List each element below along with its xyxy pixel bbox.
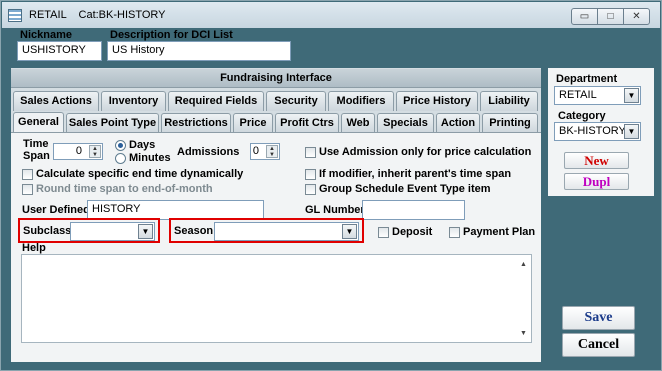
tab-security[interactable]: Security	[266, 91, 326, 111]
department-dropdown[interactable]: RETAIL ▼	[554, 86, 641, 105]
gl-number-label: GL Number	[305, 204, 365, 216]
days-radio[interactable]	[115, 140, 126, 151]
tab-web[interactable]: Web	[341, 113, 375, 133]
time-span-value: 0	[75, 145, 82, 157]
nickname-label: Nickname	[20, 29, 72, 41]
inherit-time-span-label: If modifier, inherit parent's time span	[319, 168, 512, 180]
tab-specials[interactable]: Specials	[377, 113, 434, 133]
gl-number-field[interactable]	[362, 200, 465, 220]
subclass-label: Subclass	[23, 225, 72, 237]
tab-liability[interactable]: Liability	[480, 91, 538, 111]
deposit-label: Deposit	[392, 226, 433, 238]
deposit-checkbox[interactable]	[378, 227, 389, 238]
user-defined-field[interactable]: HISTORY	[87, 200, 264, 220]
chevron-down-icon[interactable]: ▼	[342, 224, 357, 239]
tab-printing[interactable]: Printing	[482, 113, 538, 133]
maximize-button[interactable]: □	[597, 8, 624, 25]
admissions-label: Admissions	[177, 146, 240, 158]
help-label: Help	[22, 242, 46, 254]
close-button[interactable]: ✕	[623, 8, 650, 25]
dupl-button[interactable]: Dupl	[564, 173, 629, 190]
minimize-button[interactable]: ▭	[571, 8, 598, 25]
group-schedule-checkbox[interactable]	[305, 184, 316, 195]
tab-required-fields[interactable]: Required Fields	[168, 91, 264, 111]
spinner-arrows-icon[interactable]: ▲ ▼	[89, 145, 101, 158]
season-dropdown[interactable]: ▼	[214, 222, 359, 241]
maximize-icon: □	[607, 11, 614, 22]
help-textarea[interactable]: ▲ ▼	[21, 254, 532, 343]
scroll-up-icon[interactable]: ▲	[518, 261, 529, 268]
cancel-button[interactable]: Cancel	[562, 333, 635, 357]
time-span-label: Time Span	[23, 138, 50, 162]
tab-inventory[interactable]: Inventory	[101, 91, 166, 111]
category-value: BK-HISTORY	[559, 125, 626, 137]
window-title: RETAIL Cat:BK-HISTORY	[29, 9, 166, 21]
tab-price-history[interactable]: Price History	[396, 91, 478, 111]
close-icon: ✕	[632, 11, 641, 22]
chevron-down-icon[interactable]: ▼	[624, 88, 639, 103]
group-schedule-label: Group Schedule Event Type item	[319, 183, 491, 195]
season-label: Season	[174, 225, 214, 237]
calculate-end-time-label: Calculate specific end time dynamically	[36, 168, 244, 180]
calculate-end-time-checkbox[interactable]	[22, 169, 33, 180]
title-bar: RETAIL Cat:BK-HISTORY ▭ □ ✕	[2, 2, 660, 28]
app-icon	[8, 9, 22, 22]
chevron-down-icon[interactable]: ▼	[138, 224, 153, 239]
tab-sales-actions[interactable]: Sales Actions	[13, 91, 99, 111]
admissions-value: 0	[252, 145, 259, 157]
item-setup-window: RETAIL Cat:BK-HISTORY ▭ □ ✕ Nickname Des…	[0, 0, 662, 371]
department-label: Department	[556, 73, 618, 85]
department-value: RETAIL	[559, 89, 597, 101]
scroll-down-icon[interactable]: ▼	[518, 330, 529, 337]
tab-action[interactable]: Action	[436, 113, 480, 133]
admissions-stepper[interactable]: 0 ▲ ▼	[250, 143, 280, 160]
tab-general[interactable]: General	[13, 112, 64, 133]
time-span-stepper[interactable]: 0 ▲ ▼	[53, 143, 103, 160]
user-defined-label: User Defined	[22, 204, 90, 216]
fundraising-interface-bar[interactable]: Fundraising Interface	[11, 69, 541, 88]
minimize-icon: ▭	[579, 11, 590, 22]
tab-sales-point-type[interactable]: Sales Point Type	[66, 113, 159, 133]
use-admission-label: Use Admission only for price calculation	[319, 146, 532, 158]
nickname-field[interactable]: USHISTORY	[17, 41, 102, 61]
tab-restrictions[interactable]: Restrictions	[161, 113, 231, 133]
subclass-dropdown[interactable]: ▼	[70, 222, 155, 241]
days-label: Days	[129, 139, 156, 151]
round-time-span-label: Round time span to end-of-month	[36, 183, 213, 195]
payment-plan-label: Payment Plan	[463, 226, 536, 238]
window-controls: ▭ □ ✕	[571, 8, 650, 25]
save-button[interactable]: Save	[562, 306, 635, 330]
minutes-radio[interactable]	[115, 153, 126, 164]
tab-price[interactable]: Price	[233, 113, 273, 133]
category-label: Category	[558, 110, 606, 122]
tab-modifiers[interactable]: Modifiers	[328, 91, 394, 111]
new-button[interactable]: New	[564, 152, 629, 169]
description-label: Description for DCI List	[110, 29, 233, 41]
spinner-arrows-icon[interactable]: ▲ ▼	[266, 145, 278, 158]
payment-plan-checkbox[interactable]	[449, 227, 460, 238]
description-field[interactable]: US History	[107, 41, 291, 61]
category-dropdown[interactable]: BK-HISTORY ▼	[554, 122, 641, 141]
minutes-label: Minutes	[129, 152, 171, 164]
chevron-down-icon[interactable]: ▼	[624, 124, 639, 139]
round-time-span-checkbox[interactable]	[22, 184, 33, 195]
use-admission-checkbox[interactable]	[305, 147, 316, 158]
help-scrollbar[interactable]: ▲ ▼	[518, 257, 529, 342]
inherit-time-span-checkbox[interactable]	[305, 169, 316, 180]
tab-profit-ctrs[interactable]: Profit Ctrs	[275, 113, 339, 133]
